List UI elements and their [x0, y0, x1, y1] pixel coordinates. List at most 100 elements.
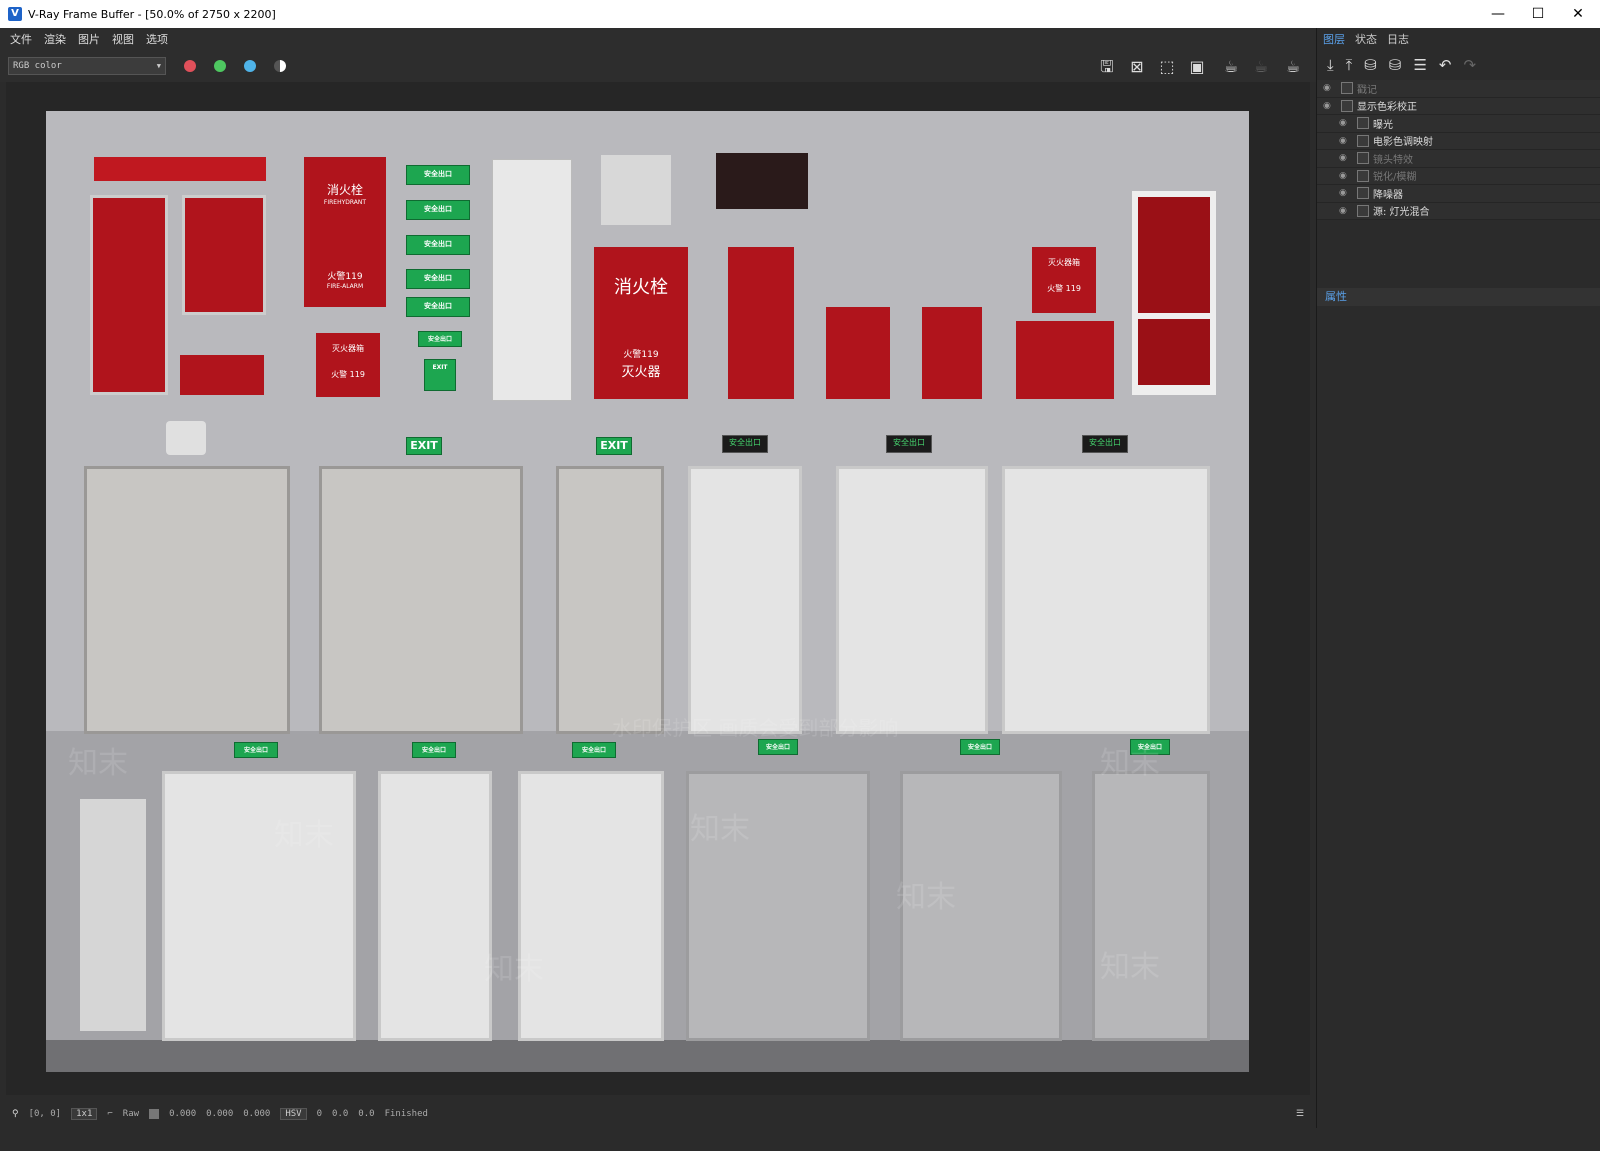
save-icon[interactable]: 🖫: [1096, 56, 1118, 78]
small-extinguisher-box: 灭火器箱 火警 119: [316, 333, 380, 397]
tall-hydrant-cabinet: 消火栓 FIREHYDRANT 火警119 FIRE-ALARM: [304, 157, 386, 307]
title-bar: V V-Ray Frame Buffer - [50.0% of 2750 x …: [0, 0, 1600, 28]
hue-value: 0: [316, 1109, 323, 1119]
green-value: 0.000: [206, 1109, 234, 1119]
eye-icon[interactable]: ◉: [1339, 153, 1357, 163]
panel-tabs: 图层 状态 日志: [1317, 28, 1600, 50]
eye-icon[interactable]: ◉: [1339, 171, 1357, 181]
menu-icon[interactable]: ☰: [1296, 1109, 1304, 1119]
add-layer-icon[interactable]: ⤓: [1327, 56, 1334, 74]
green-channel-toggle[interactable]: [214, 60, 226, 72]
layer-lightmix[interactable]: ◉ 源: 灯光混合: [1317, 202, 1600, 220]
watermark: 知末: [1100, 746, 1160, 781]
panic-bar-double-door: [319, 466, 523, 734]
swatch: [149, 1109, 160, 1119]
menu-view[interactable]: 视图: [112, 31, 134, 47]
tall-cab-title: 消火栓: [326, 183, 363, 197]
exit-sign-1: 安全出口: [406, 165, 470, 185]
eye-icon[interactable]: ◉: [1323, 83, 1341, 93]
watermark: 知末: [274, 818, 334, 853]
tab-layers[interactable]: 图层: [1323, 31, 1345, 47]
hydrant-cabinet-large: 消火栓 火警119 灭火器: [594, 247, 688, 399]
region-render-icon[interactable]: ▣: [1186, 56, 1208, 78]
exit-sign-6: 安全出口: [418, 331, 462, 347]
red-value: 0.000: [169, 1109, 197, 1119]
layer-label: 曝光: [1373, 119, 1393, 131]
layer-lens-effects[interactable]: ◉ 镜头特效: [1317, 150, 1600, 168]
zoom-select[interactable]: 1x1: [71, 1108, 98, 1120]
watermark: 知末: [1100, 950, 1160, 985]
evacuation-plans: [80, 799, 146, 1031]
layer-denoiser[interactable]: ◉ 降噪器: [1317, 185, 1600, 203]
tab-stats[interactable]: 状态: [1355, 31, 1377, 47]
tall-cab-alarm: 火警119: [327, 272, 363, 282]
undo-icon[interactable]: ↶: [1439, 56, 1452, 74]
white-cabinet-lower: [1138, 319, 1210, 385]
layer-filmic[interactable]: ◉ 电影色调映射: [1317, 132, 1600, 150]
extinguisher-cabinet-1: [826, 307, 890, 399]
white-door-with-side: [836, 466, 988, 734]
eye-icon[interactable]: ◉: [1339, 188, 1357, 198]
tall-cab-alarm-en: FIRE-ALARM: [326, 283, 364, 290]
exit-sign-5: 安全出口: [406, 297, 470, 317]
panic-bar-single-door: [556, 466, 664, 734]
sharpen-icon: [1357, 169, 1369, 182]
exit-sign-low-4: 安全出口: [758, 739, 798, 755]
extinguisher-label: 灭火器: [621, 365, 661, 380]
eye-icon[interactable]: ◉: [1339, 136, 1357, 146]
color-picker-icon[interactable]: ⌐: [107, 1109, 112, 1119]
image-viewport[interactable]: 消火栓 FIREHYDRANT 火警119 FIRE-ALARM 灭火器箱 火警…: [6, 82, 1310, 1095]
blue-channel-toggle[interactable]: [244, 60, 256, 72]
layer-stamp[interactable]: ◉ 戳记: [1317, 80, 1600, 98]
chevron-down-icon: ▼: [156, 62, 161, 70]
right-panel: 图层 状态 日志 ⤓ ⤒ ⛁ ⛁ ☰ ↶ ↷ ◉ 戳记 ◉ 显示色彩校正 ◉ 曝光 ◉…: [1316, 28, 1600, 1151]
render-icon[interactable]: ☕: [1282, 56, 1304, 78]
properties-title: 属性: [1317, 288, 1600, 306]
render-disabled-icon[interactable]: ☕: [1250, 56, 1272, 78]
channel-select[interactable]: RGB color ▼: [8, 57, 166, 75]
load-layers-icon[interactable]: ⛁: [1389, 56, 1402, 74]
stamp-icon: [1341, 82, 1353, 95]
exit-sign-mid-1: EXIT: [406, 437, 442, 455]
clear-image-icon[interactable]: ⊠: [1126, 56, 1148, 78]
redo-icon[interactable]: ↷: [1463, 56, 1476, 74]
emergency-light: [166, 421, 206, 455]
alpha-channel-toggle[interactable]: [274, 60, 286, 72]
red-channel-toggle[interactable]: [184, 60, 196, 72]
pin-icon[interactable]: ⚲: [12, 1109, 19, 1119]
colorspace-select[interactable]: HSV: [280, 1108, 307, 1120]
exit-sign-mid-2: EXIT: [596, 437, 632, 455]
white-double-door: [1002, 466, 1210, 734]
vray-icon: V: [8, 7, 22, 21]
extinguisher-cabinet-2: [922, 307, 982, 399]
small-box-sub: 火警 119: [331, 370, 365, 379]
raw-mode[interactable]: Raw: [123, 1109, 139, 1119]
small-box-title: 灭火器箱: [332, 344, 364, 353]
floor: [46, 1040, 1249, 1072]
menu-options[interactable]: 选项: [146, 31, 168, 47]
menu-render[interactable]: 渲染: [44, 31, 66, 47]
eye-icon[interactable]: ◉: [1339, 206, 1357, 216]
layer-label: 镜头特效: [1373, 154, 1413, 166]
save-layers-icon[interactable]: ⛁: [1364, 56, 1377, 74]
exit-sign-7: EXIT: [424, 359, 456, 391]
maximize-button[interactable]: ☐: [1518, 0, 1558, 28]
menu-image[interactable]: 图片: [78, 31, 100, 47]
eye-icon[interactable]: ◉: [1323, 101, 1341, 111]
tab-log[interactable]: 日志: [1387, 31, 1409, 47]
warning-signs-strip: [94, 157, 266, 181]
close-button[interactable]: ✕: [1558, 0, 1598, 28]
minimize-button[interactable]: —: [1478, 0, 1518, 28]
interactive-render-icon[interactable]: ☕: [1220, 56, 1242, 78]
layer-exposure[interactable]: ◉ 曝光: [1317, 115, 1600, 133]
exit-sign-dark-3: 安全出口: [1082, 435, 1128, 453]
remove-layer-icon[interactable]: ⤒: [1346, 56, 1353, 74]
layer-presets-icon[interactable]: ☰: [1413, 56, 1426, 74]
eye-icon[interactable]: ◉: [1339, 118, 1357, 128]
toolbar: RGB color ▼: [0, 50, 1316, 82]
status-bar: ⚲ [0, 0] 1x1 ⌐ Raw 0.000 0.000 0.000 HSV…: [0, 1100, 1316, 1128]
menu-file[interactable]: 文件: [10, 31, 32, 47]
layer-sharpen-blur[interactable]: ◉ 锐化/模糊: [1317, 167, 1600, 185]
track-mouse-icon[interactable]: ⬚: [1156, 56, 1178, 78]
layer-display-correction[interactable]: ◉ 显示色彩校正: [1317, 97, 1600, 115]
